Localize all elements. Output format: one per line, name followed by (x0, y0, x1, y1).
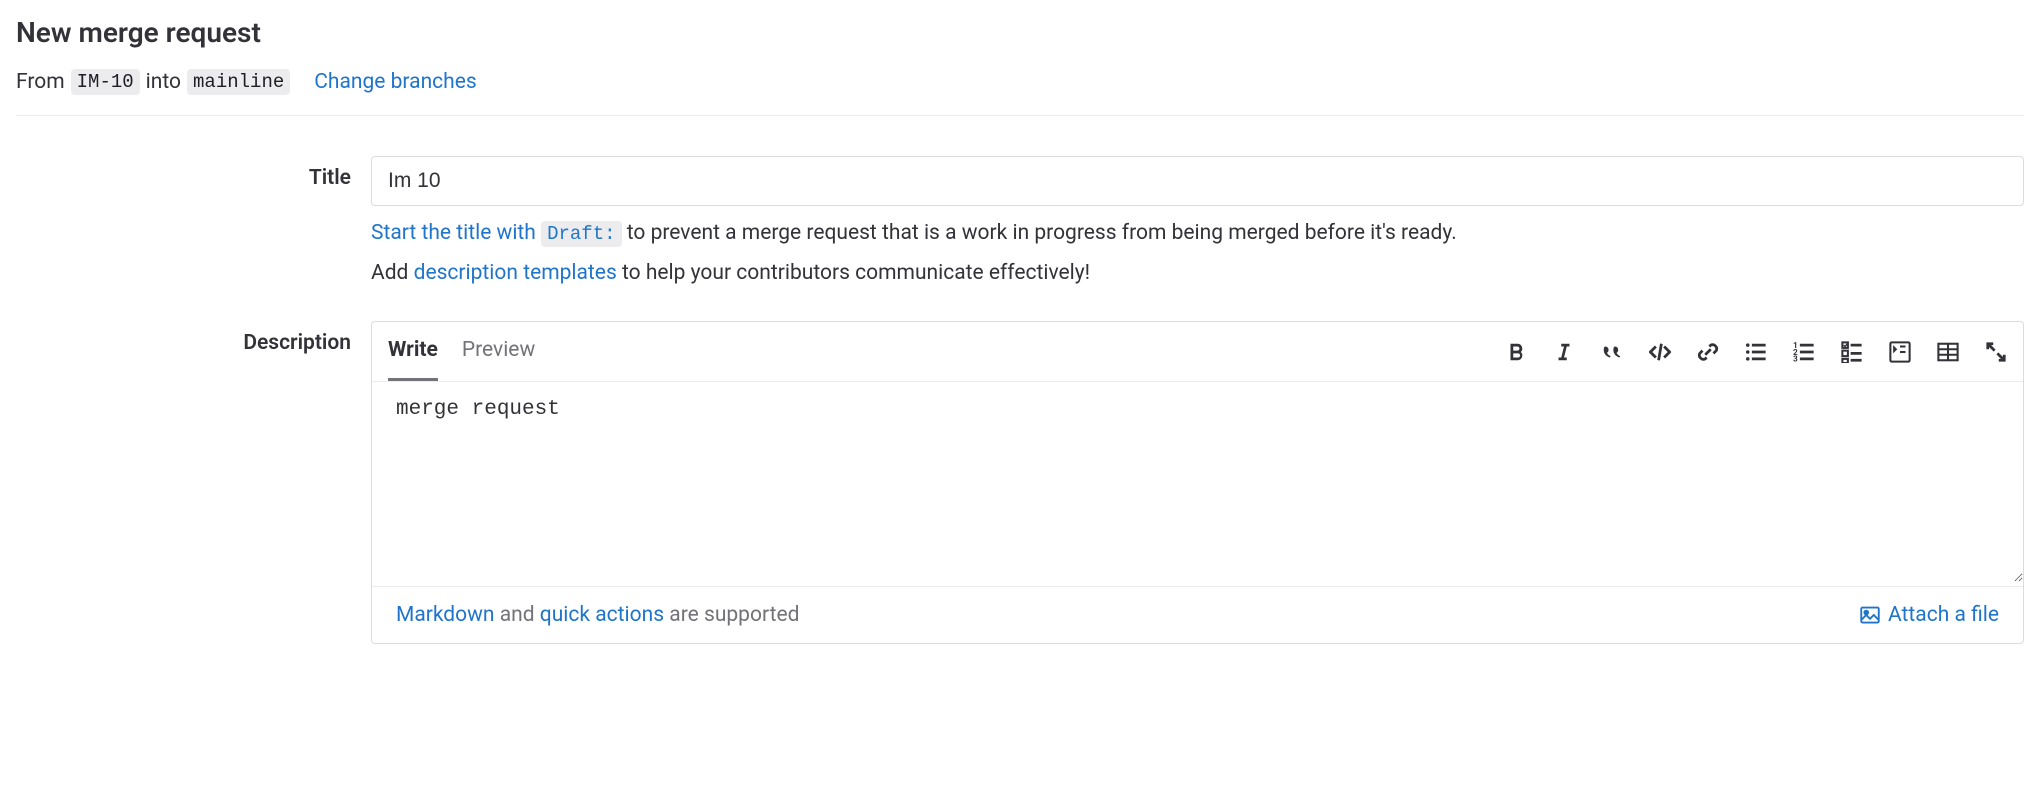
description-editor: Write Preview (371, 321, 2024, 644)
footer-suffix: are supported (664, 603, 799, 627)
title-hint-templates: Add description templates to help your c… (371, 258, 2024, 290)
bullet-list-icon[interactable] (1745, 341, 1767, 363)
from-label: From (16, 70, 65, 94)
hint-prefix: Start the title with (371, 221, 541, 245)
table-icon[interactable] (1937, 341, 1959, 363)
into-label: into (146, 70, 181, 94)
attach-file-button[interactable]: Attach a file (1860, 603, 1999, 627)
tab-write[interactable]: Write (388, 322, 438, 381)
numbered-list-icon[interactable]: 123 (1793, 341, 1815, 363)
editor-tabs: Write Preview (388, 322, 535, 381)
title-label: Title (16, 156, 371, 190)
hint-suffix: to prevent a merge request that is a wor… (627, 221, 1457, 245)
footer-and: and (495, 603, 540, 627)
change-branches-link[interactable]: Change branches (314, 70, 476, 94)
collapse-section-icon[interactable] (1889, 341, 1911, 363)
title-input[interactable] (371, 156, 2024, 206)
markdown-hint: Markdown and quick actions are supported (396, 603, 799, 627)
page-title: New merge request (16, 16, 2024, 49)
quote-icon[interactable] (1601, 341, 1623, 363)
editor-toolbar: 123 (1505, 341, 2007, 363)
description-label: Description (16, 321, 371, 355)
description-textarea[interactable] (372, 382, 2023, 582)
markdown-link[interactable]: Markdown (396, 603, 495, 627)
svg-text:3: 3 (1793, 354, 1798, 362)
source-branch: IM-10 (71, 69, 140, 95)
hint2-suffix: to help your contributors communicate ef… (617, 261, 1090, 285)
branch-info: From IM-10 into mainline Change branches (16, 69, 2024, 95)
divider (16, 115, 2024, 116)
bold-icon[interactable] (1505, 341, 1527, 363)
quick-actions-link[interactable]: quick actions (540, 603, 664, 627)
image-icon (1860, 605, 1880, 625)
editor-header: Write Preview (372, 322, 2023, 382)
link-icon[interactable] (1697, 341, 1719, 363)
target-branch: mainline (187, 69, 290, 95)
description-templates-link[interactable]: description templates (414, 261, 617, 285)
task-list-icon[interactable] (1841, 341, 1863, 363)
title-hint-draft: Start the title with Draft: to prevent a… (371, 218, 2024, 250)
attach-file-label: Attach a file (1888, 603, 1999, 627)
draft-code: Draft: (541, 221, 621, 247)
tab-preview[interactable]: Preview (462, 322, 535, 381)
editor-footer: Markdown and quick actions are supported… (372, 586, 2023, 643)
draft-hint-link[interactable]: Start the title with Draft: (371, 221, 627, 245)
code-icon[interactable] (1649, 341, 1671, 363)
hint2-prefix: Add (371, 261, 414, 285)
italic-icon[interactable] (1553, 341, 1575, 363)
fullscreen-icon[interactable] (1985, 341, 2007, 363)
